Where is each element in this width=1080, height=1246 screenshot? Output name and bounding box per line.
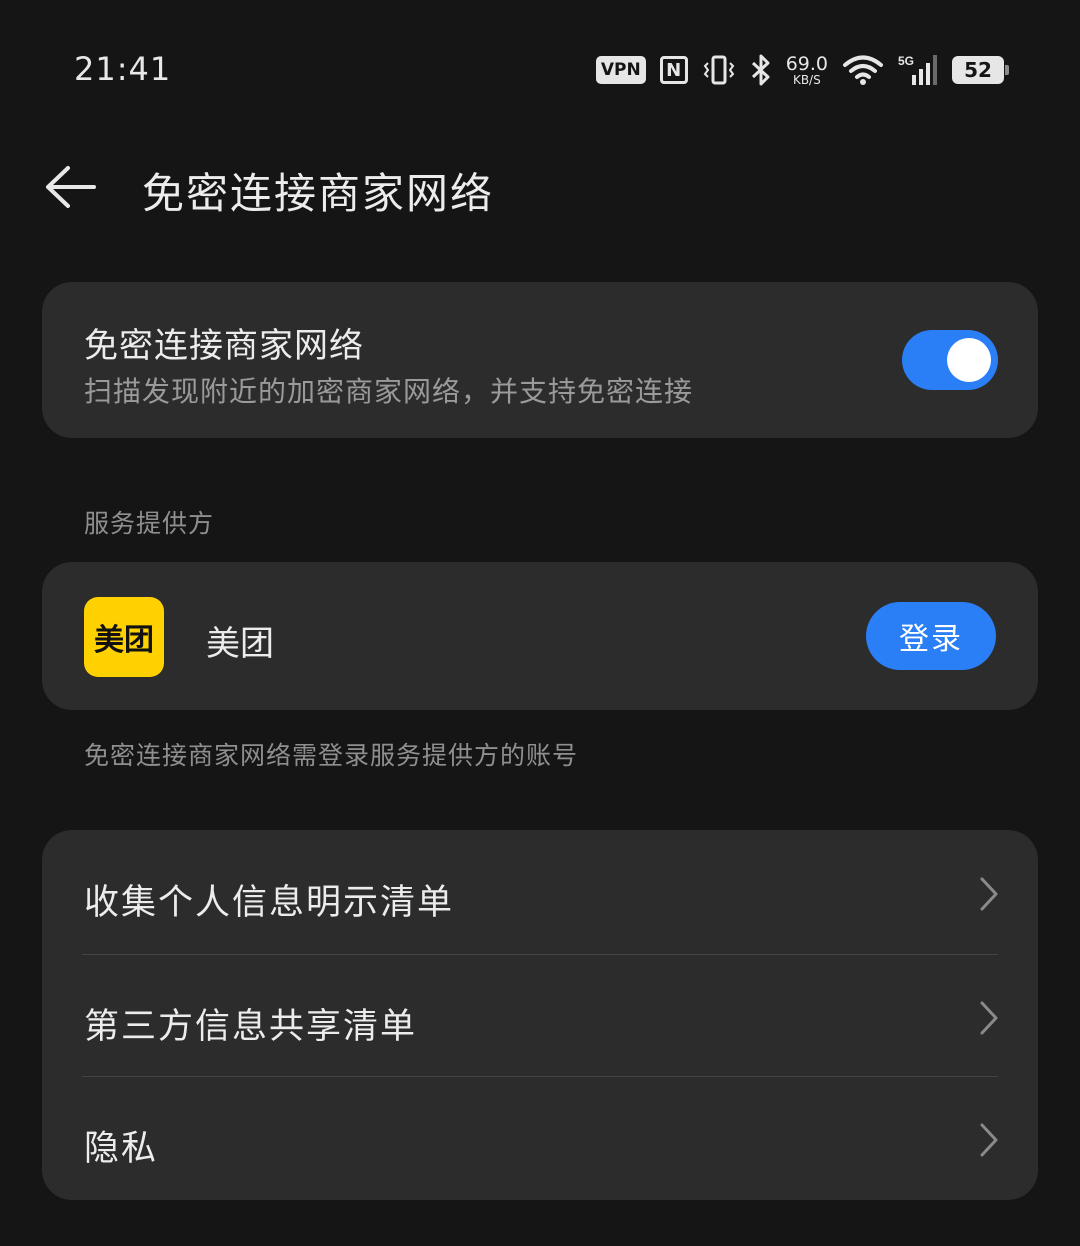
merchant-network-toggle-card: 免密连接商家网络 扫描发现附近的加密商家网络，并支持免密连接 (42, 282, 1038, 438)
screen: 21:41 VPN N 69.0 KB/S 5G 52 免密连接商家网络 免密连… (0, 0, 1080, 1246)
toggle-description: 扫描发现附近的加密商家网络，并支持免密连接 (84, 375, 694, 408)
list-item-label: 收集个人信息明示清单 (84, 883, 455, 923)
chevron-right-icon (978, 1122, 1000, 1162)
meituan-logo: 美团 (84, 597, 164, 677)
toggle-title: 免密连接商家网络 (84, 326, 364, 366)
network-type: 5G (898, 54, 914, 68)
speed-unit: KB/S (792, 72, 821, 87)
bluetooth-icon (750, 54, 772, 86)
provider-name: 美团 (206, 624, 274, 664)
vibrate-icon (702, 55, 736, 85)
list-item-label: 隐私 (84, 1129, 159, 1169)
provider-card: 美团 美团 登录 (42, 562, 1038, 710)
list-item-third-party-sharing[interactable]: 第三方信息共享清单 (42, 954, 1038, 1076)
speed-value: 69.0 (785, 52, 828, 75)
list-item-personal-info[interactable]: 收集个人信息明示清单 (42, 830, 1038, 952)
page-title: 免密连接商家网络 (142, 169, 495, 218)
back-button[interactable] (40, 162, 100, 212)
status-icons: VPN N 69.0 KB/S 5G 52 (595, 50, 1009, 90)
chevron-right-icon (978, 1000, 1000, 1040)
arrow-left-icon (46, 166, 96, 208)
section-label-providers: 服务提供方 (84, 509, 215, 538)
merchant-network-switch[interactable] (902, 330, 998, 390)
signal-icon: 5G (898, 53, 938, 87)
chevron-right-icon (978, 876, 1000, 916)
login-note: 免密连接商家网络需登录服务提供方的账号 (84, 741, 579, 770)
vpn-icon: VPN (595, 56, 646, 84)
list-item-privacy[interactable]: 隐私 (42, 1076, 1038, 1198)
wifi-icon (842, 54, 884, 86)
switch-knob (947, 338, 991, 382)
list-item-label: 第三方信息共享清单 (84, 1007, 418, 1047)
header: 免密连接商家网络 (0, 140, 1080, 236)
nfc-icon: N (659, 56, 688, 84)
status-time: 21:41 (74, 50, 172, 88)
status-bar: 21:41 VPN N 69.0 KB/S 5G 52 (0, 0, 1080, 140)
battery-icon: 52 (952, 56, 1009, 84)
info-list-card: 收集个人信息明示清单 第三方信息共享清单 隐私 (42, 830, 1038, 1200)
login-button[interactable]: 登录 (866, 602, 996, 670)
network-speed: 69.0 KB/S (785, 52, 828, 87)
